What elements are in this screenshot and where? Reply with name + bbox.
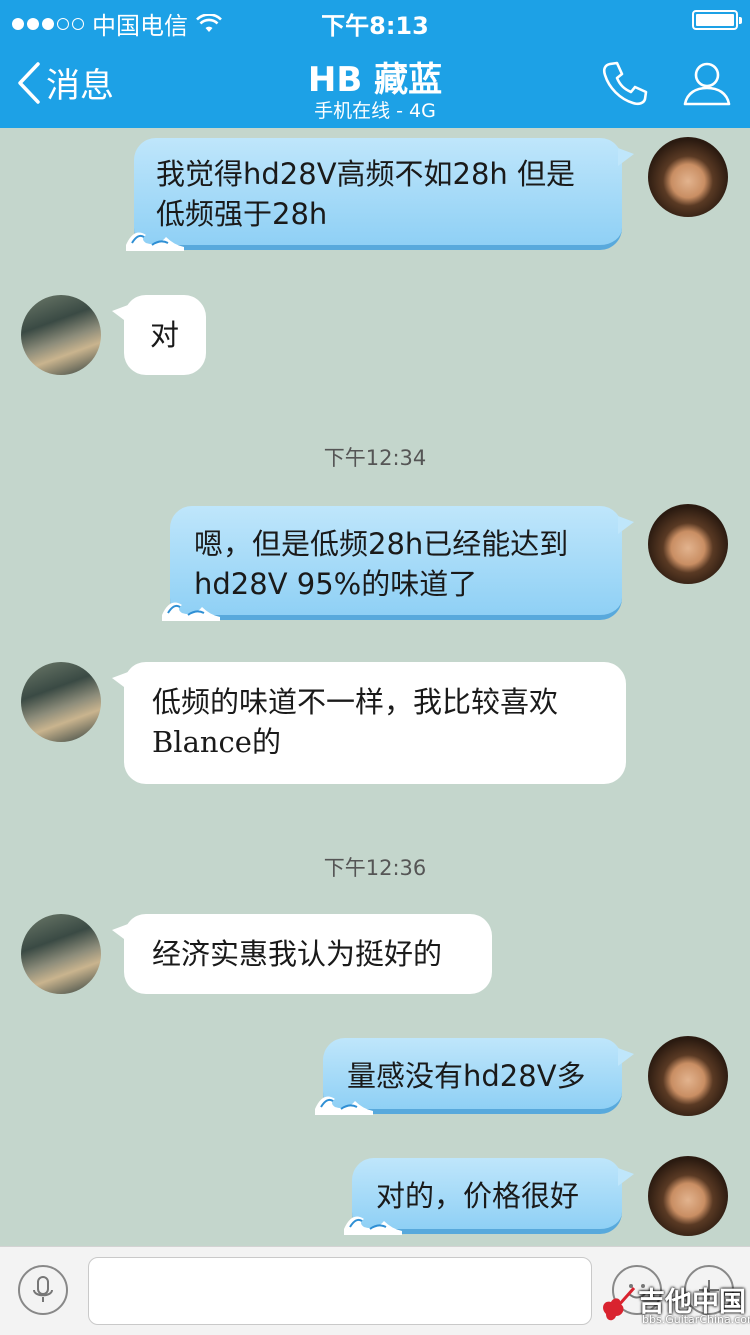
friend-avatar[interactable] bbox=[21, 662, 101, 742]
phone-icon bbox=[602, 61, 648, 106]
my-avatar[interactable] bbox=[648, 1036, 728, 1116]
friend-avatar[interactable] bbox=[21, 914, 101, 994]
my-avatar[interactable] bbox=[648, 504, 728, 584]
my-avatar[interactable] bbox=[648, 137, 728, 217]
friend-avatar[interactable] bbox=[21, 295, 101, 375]
status-bar: 中国电信 下午8:13 bbox=[0, 0, 750, 40]
message-bubble-received[interactable]: 对 bbox=[112, 295, 206, 375]
wave-decoration-icon bbox=[315, 1096, 373, 1115]
message-input[interactable] bbox=[88, 1257, 592, 1325]
message-text: 经济实惠我认为挺好的 bbox=[152, 937, 443, 971]
message-bubble-received[interactable]: 低频的味道不一样，我比较喜欢Blance的 bbox=[112, 662, 626, 784]
status-time: 下午8:13 bbox=[321, 12, 429, 40]
message-bubble-sent[interactable]: 我觉得hd28V高频不如28h 但是低频强于28h bbox=[126, 138, 634, 251]
nav-bar: 消息 HB 藏蓝 手机在线 - 4G bbox=[0, 40, 750, 128]
message-text: 量感没有hd28V多 bbox=[347, 1059, 586, 1093]
battery-icon bbox=[692, 10, 742, 30]
message-bubble-sent[interactable]: 量感没有hd28V多 bbox=[315, 1038, 634, 1115]
watermark-url: bbs.GuitarChina.com bbox=[642, 1313, 750, 1326]
message-text: 对的，价格很好 bbox=[376, 1179, 580, 1213]
watermark: 吉他中国 bbs.GuitarChina.com bbox=[598, 1280, 750, 1332]
message-timestamp: 下午12:34 bbox=[323, 446, 427, 470]
wave-decoration-icon bbox=[162, 602, 220, 621]
message-bubble-sent[interactable]: 对的，价格很好 bbox=[344, 1158, 634, 1235]
profile-button[interactable] bbox=[682, 58, 732, 112]
my-avatar[interactable] bbox=[648, 1156, 728, 1236]
profile-icon bbox=[683, 62, 731, 106]
message-timestamp: 下午12:36 bbox=[323, 856, 427, 880]
microphone-icon bbox=[33, 1276, 53, 1302]
message-text: 我觉得hd28V高频不如28h 但是低频强于28h bbox=[156, 157, 576, 231]
call-button[interactable] bbox=[600, 58, 650, 112]
message-text: 对 bbox=[150, 318, 180, 352]
message-text: 嗯，但是低频28h已经能达到hd28V 95%的味道了 bbox=[194, 527, 569, 601]
voice-button[interactable] bbox=[18, 1265, 68, 1315]
message-bubble-received[interactable]: 经济实惠我认为挺好的 bbox=[112, 914, 492, 994]
guitar-logo-icon bbox=[603, 1287, 636, 1321]
wave-decoration-icon bbox=[344, 1216, 402, 1235]
wave-decoration-icon bbox=[126, 232, 184, 251]
message-text: 低频的味道不一样，我比较喜欢Blance的 bbox=[152, 685, 559, 759]
message-bubble-sent[interactable]: 嗯，但是低频28h已经能达到hd28V 95%的味道了 bbox=[162, 506, 634, 621]
